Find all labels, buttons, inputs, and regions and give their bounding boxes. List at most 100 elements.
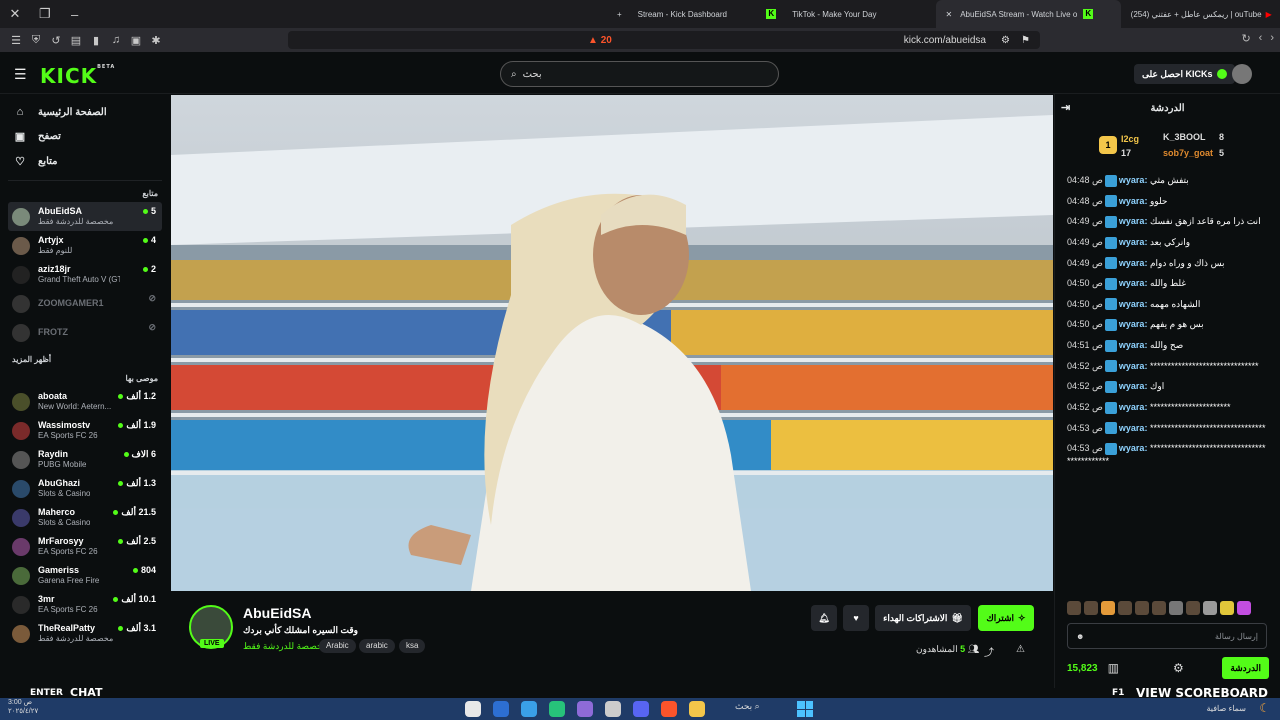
channel-item[interactable]: Raydin PUBG Mobile 6 الاف	[8, 445, 162, 474]
streamer-name[interactable]: AbuEidSA	[243, 605, 311, 621]
sidebar-item-home[interactable]: الصفحة الرئيسية ⌂	[8, 100, 162, 124]
tag-chip[interactable]: ksa	[399, 639, 426, 653]
message-user[interactable]: wyara	[1119, 319, 1145, 329]
tab-tiktok[interactable]: K TikTok - Make Your Day	[756, 0, 935, 28]
app-icon[interactable]	[577, 701, 593, 717]
app-icon[interactable]	[465, 701, 481, 717]
search-input[interactable]: ⌕ بحث	[500, 61, 779, 87]
channel-item[interactable]: 3mr EA Sports FC 26 10.1 ألف	[8, 590, 162, 619]
menu-icon[interactable]: ☰	[6, 34, 26, 47]
chat-message[interactable]: 04:50 ص wyara: الشهاده مهمه	[1067, 298, 1269, 311]
message-user[interactable]: wyara	[1119, 381, 1145, 391]
emote-icon[interactable]	[1186, 601, 1200, 615]
message-user[interactable]: wyara	[1119, 402, 1145, 412]
forward-icon[interactable]: ›	[1270, 32, 1274, 45]
message-user[interactable]: wyara	[1119, 423, 1145, 433]
tab-youtube[interactable]: (254) ريمكس عاطل + عفتني | ouTube ▶	[1121, 0, 1280, 28]
app-icon[interactable]	[493, 701, 509, 717]
chat-message[interactable]: 04:52 ص wyara: ***********************	[1067, 401, 1269, 414]
reload-icon[interactable]: ↻	[1241, 32, 1250, 45]
channel-item[interactable]: aboata New World: Aetern... 1.2 ألف	[8, 387, 162, 416]
wallet-icon[interactable]: ▣	[126, 34, 146, 47]
settings-icon[interactable]: ⚙	[1173, 661, 1184, 675]
collapse-chat-icon[interactable]: ⇥	[1061, 101, 1070, 114]
chat-input[interactable]: إرسال رسالة ☻	[1067, 623, 1267, 649]
windows-start-icon[interactable]	[797, 701, 813, 717]
notification-button[interactable]: 🔔︎	[811, 605, 837, 631]
hamburger-menu-icon[interactable]: ☰	[14, 66, 27, 83]
message-user[interactable]: wyara	[1119, 299, 1145, 309]
url-input[interactable]: ▲ 20 kick.com/abueidsa ⚙ ⚑	[288, 31, 1040, 49]
follow-button[interactable]: ♥	[843, 605, 869, 631]
channel-item[interactable]: Artyjx للنوم فقط 4	[8, 231, 162, 260]
message-user[interactable]: wyara	[1119, 443, 1145, 453]
message-user[interactable]: wyara	[1119, 175, 1145, 185]
channel-item[interactable]: AbuEidSA مخصصة للدردشة فقط 5	[8, 202, 162, 231]
chat-message[interactable]: 04:52 ص wyara: **************************…	[1067, 360, 1269, 373]
emote-icon[interactable]	[1152, 601, 1166, 615]
message-user[interactable]: wyara	[1119, 216, 1145, 226]
app-icon[interactable]	[549, 701, 565, 717]
channel-item[interactable]: Maherco Slots & Casino 21.5 ألف	[8, 503, 162, 532]
chat-messages[interactable]: 04:48 ص wyara: بتفش مثي 04:48 ص wyara: حلوو…	[1067, 174, 1269, 594]
taskbar-search[interactable]: بحث ⌕	[735, 701, 760, 712]
emote-icon[interactable]	[1118, 601, 1132, 615]
chat-message[interactable]: 04:48 ص wyara: حلوو	[1067, 195, 1269, 208]
chat-message[interactable]: 04:49 ص wyara: وانركي بعد	[1067, 236, 1269, 249]
extensions-icon[interactable]: ✱	[146, 34, 166, 47]
chat-message[interactable]: 04:53 ص wyara: **************************…	[1067, 442, 1269, 467]
restore-window-icon[interactable]: ❐	[30, 6, 60, 22]
report-icon[interactable]: ⚠	[1016, 644, 1025, 655]
site-settings-icon[interactable]: ⚙	[1001, 35, 1010, 46]
message-user[interactable]: wyara	[1119, 278, 1145, 288]
app-icon[interactable]	[521, 701, 537, 717]
sidebar-item-following[interactable]: متابع ♡	[8, 149, 162, 174]
tab-close-icon[interactable]: ✕	[946, 10, 953, 19]
channel-item[interactable]: TheRealPatty مخصصة للدردشة فقط 3.1 ألف	[8, 619, 162, 648]
channel-item[interactable]: Gameriss Garena Free Fire 804	[8, 561, 162, 590]
message-user[interactable]: wyara	[1119, 361, 1145, 371]
chat-message[interactable]: 04:53 ص wyara: **************************…	[1067, 422, 1269, 435]
chat-message[interactable]: 04:49 ص wyara: بس ذاك و وراه دوام	[1067, 257, 1269, 270]
emote-icon[interactable]	[1169, 601, 1183, 615]
channel-item[interactable]: aziz18jrGrand Theft Auto V (GTA) 2	[8, 260, 162, 289]
message-user[interactable]: wyara	[1119, 237, 1145, 247]
emote-icon[interactable]	[1237, 601, 1251, 615]
explorer-icon[interactable]	[689, 701, 705, 717]
channel-item[interactable]: MrFarosyy EA Sports FC 26 2.5 ألف	[8, 532, 162, 561]
channel-item[interactable]: AbuGhazi Slots & Casino 1.3 ألف	[8, 474, 162, 503]
sidebar-icon[interactable]: ▮	[86, 34, 106, 47]
message-user[interactable]: wyara	[1119, 196, 1145, 206]
channel-item[interactable]: FROTZ ⊘	[8, 318, 162, 347]
gift-subs-button[interactable]: الاشتراكات الهداء 🎁︎	[875, 605, 971, 631]
stream-category[interactable]: مخصصة للدردشة فقط	[243, 641, 328, 652]
chat-send-button[interactable]: الدردشة	[1222, 657, 1269, 679]
subscribe-button[interactable]: اشتراك ✧	[978, 605, 1034, 631]
chat-message[interactable]: 04:49 ص wyara: انت ذرا مره قاعد ازهق نفسك	[1067, 215, 1269, 228]
close-window-icon[interactable]: ✕	[0, 6, 30, 22]
emote-icon[interactable]	[1101, 601, 1115, 615]
discord-icon[interactable]	[633, 701, 649, 717]
app-icon[interactable]	[605, 701, 621, 717]
emote-icon[interactable]	[1084, 601, 1098, 615]
chat-message[interactable]: 04:50 ص wyara: بس هو م يفهم	[1067, 318, 1269, 331]
tab-abueidsa[interactable]: ✕ AbuEidSA Stream - Watch Live o K	[935, 0, 1121, 28]
leaderboard-icon[interactable]: ▥	[1108, 661, 1119, 675]
message-user[interactable]: wyara	[1119, 340, 1145, 350]
emote-icon[interactable]	[1203, 601, 1217, 615]
tag-chip[interactable]: Arabic	[319, 639, 356, 653]
music-icon[interactable]: ♫	[106, 34, 126, 46]
shield-icon[interactable]: ⛨	[26, 34, 46, 47]
channel-item[interactable]: ZOOMGAMER1 ⊘	[8, 289, 162, 318]
kick-logo[interactable]: KICKBETA	[40, 64, 115, 88]
get-kicks-button[interactable]: احصل على KICKs	[1134, 64, 1235, 84]
user-avatar[interactable]	[1232, 64, 1252, 84]
share-icon[interactable]: ⤴	[984, 644, 994, 659]
emote-icon[interactable]	[1220, 601, 1234, 615]
tab-kick-dashboard[interactable]: + Stream - Kick Dashboard	[607, 0, 756, 28]
clock[interactable]: 3:00 ص ٢٠٢٥/٤/٢٧	[8, 698, 38, 716]
chat-message[interactable]: 04:52 ص wyara: اوك	[1067, 380, 1269, 393]
history-icon[interactable]: ↺	[46, 34, 66, 47]
tag-chip[interactable]: arabic	[359, 639, 395, 653]
show-more-link[interactable]: أظهر المزيد	[12, 355, 158, 364]
